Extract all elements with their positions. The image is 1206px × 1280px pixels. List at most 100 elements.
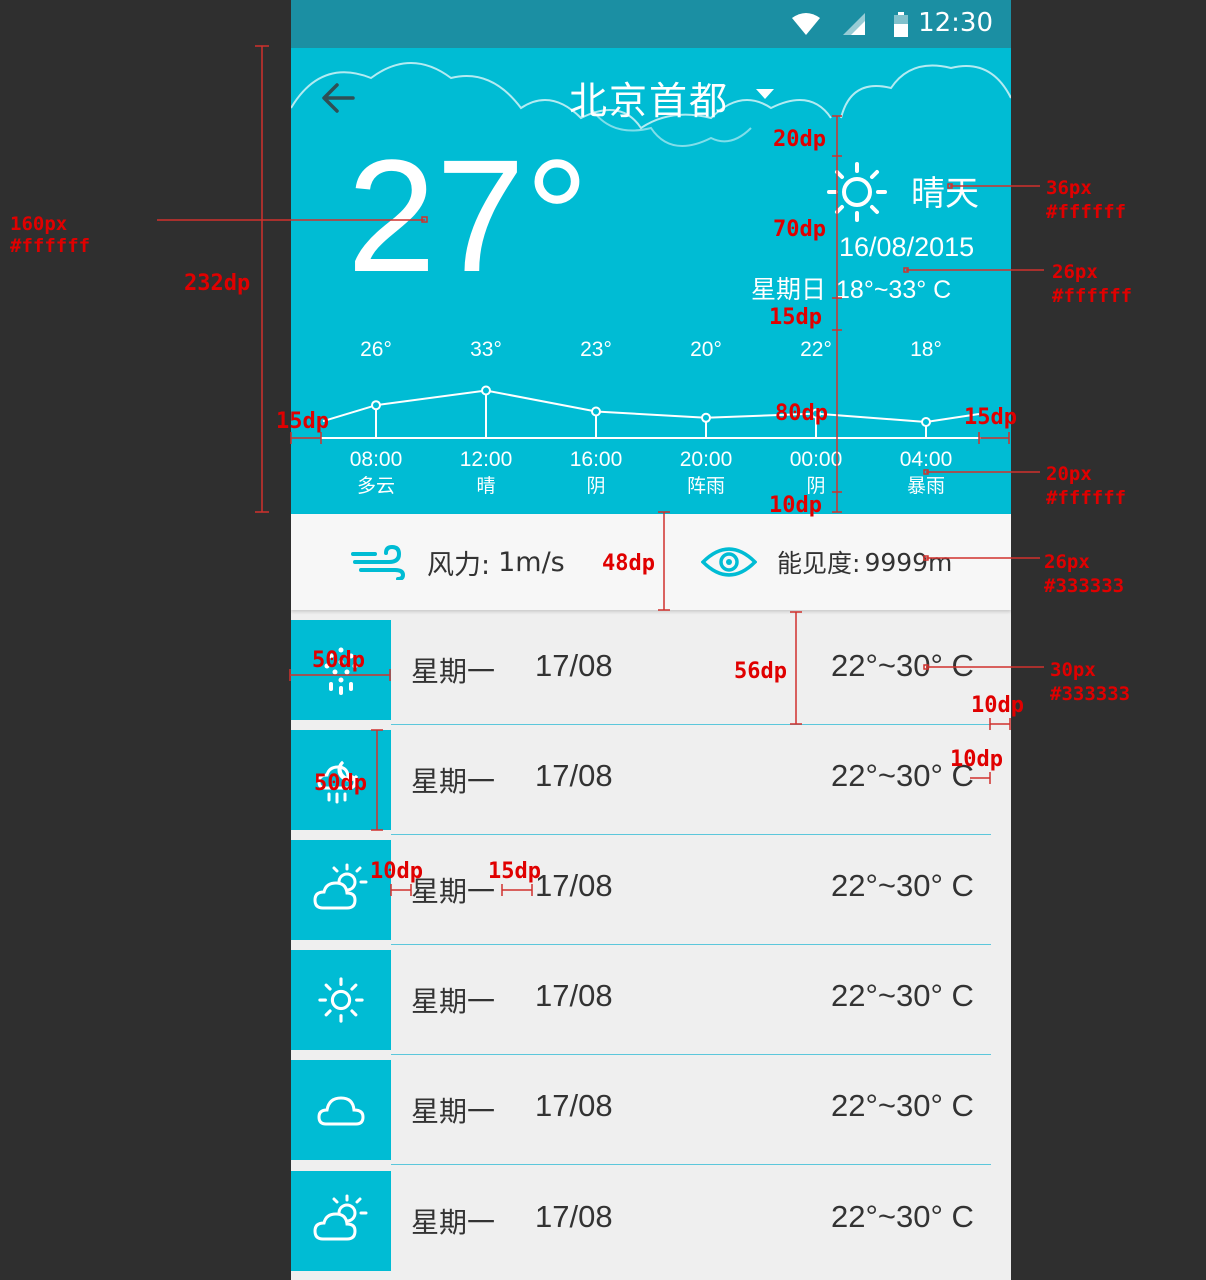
dropdown-caret-icon[interactable]: [755, 88, 775, 100]
annotation-label: #333333: [1050, 683, 1130, 705]
hourly-temp-label: 26°: [360, 338, 392, 361]
eye-icon: [701, 547, 757, 577]
forecast-day: 星期一: [411, 765, 496, 798]
temperature-line: [322, 389, 980, 424]
temperature-point: [701, 412, 711, 423]
forecast-day: 星期一: [411, 985, 496, 1018]
hourly-temp-label: 20°: [690, 338, 722, 361]
forecast-date: 17/08: [535, 868, 613, 903]
annotation-label: 20px: [1046, 463, 1092, 485]
weekday-range: 星期日 18°~33° C: [751, 270, 961, 306]
forecast-date: 17/08: [535, 648, 613, 683]
forecast-range: 22°~30° C: [831, 758, 974, 793]
temp-range-text: 18°~33° C: [836, 276, 952, 304]
hourly-temp-label: 22°: [800, 338, 832, 361]
annotation-label: #ffffff: [1046, 487, 1126, 509]
forecast-icon-tile: [291, 840, 391, 940]
condition-text: 晴天: [911, 174, 979, 214]
sun-icon: [318, 977, 364, 1023]
cloud-moon-rain-icon: [317, 760, 359, 804]
annotation-label: #ffffff: [10, 235, 90, 257]
annotation-label: 30px: [1050, 659, 1096, 681]
status-bar: 12:30: [291, 0, 1011, 48]
phone-screen: 12:30 北京首都 27° 晴天 16/08/2015 星期日 18°~33°…: [291, 0, 1011, 1280]
hourly-time-label: 16:00: [570, 448, 623, 471]
current-temperature: 27°: [347, 126, 589, 305]
wind-value: 1m/s: [498, 546, 565, 578]
back-arrow-icon[interactable]: [319, 78, 359, 118]
cloud-icon: [317, 1096, 365, 1126]
wifi-icon: [792, 13, 820, 35]
forecast-range: 22°~30° C: [831, 648, 974, 683]
annotation-label: 232dp: [184, 271, 250, 296]
row-divider: [391, 834, 991, 835]
current-weather-panel: 北京首都 27° 晴天 16/08/2015 星期日 18°~33° C 26° 0…: [291, 48, 1011, 514]
hourly-forecast-chart: 26° 08:00 多云 33° 12:00 晴 23° 16:00 阴 20° 20:00 阵雨 22…: [321, 338, 981, 497]
forecast-day: 星期一: [411, 875, 496, 908]
signal-icon: [843, 13, 865, 35]
annotation-label: #ffffff: [1052, 285, 1132, 307]
row-divider: [391, 1054, 991, 1055]
annotation-label: 160px: [10, 213, 67, 235]
status-time: 12:30: [918, 8, 993, 38]
visibility-value: 9999m: [864, 547, 953, 577]
row-divider: [391, 944, 991, 945]
forecast-date: 17/08: [535, 1199, 613, 1234]
forecast-range: 22°~30° C: [831, 868, 974, 903]
hourly-condition-label: 晴: [476, 475, 495, 497]
cloud-sun-icon: [313, 863, 368, 910]
forecast-day: 星期一: [411, 1095, 496, 1128]
current-date: 16/08/2015: [839, 232, 975, 262]
forecast-day: 星期一: [411, 655, 496, 688]
annotation-label: 26px: [1052, 261, 1098, 283]
cloud-sun-icon: [313, 1194, 368, 1241]
snow-rain-icon: [324, 647, 358, 695]
sun-icon: [827, 162, 887, 222]
forecast-icon-tile: [291, 620, 391, 720]
annotation-label: #333333: [1044, 575, 1124, 597]
forecast-icon-tile: [291, 1060, 391, 1160]
forecast-row[interactable]: 星期一 17/08 22°~30° C: [291, 1060, 1011, 1165]
forecast-row[interactable]: 星期一 17/08 22°~30° C: [291, 620, 1011, 725]
hourly-time-label: 04:00: [900, 448, 953, 471]
wind-visibility-bar: 风力: 1m/s 能见度: 9999m: [291, 514, 1011, 610]
hourly-time-label: 20:00: [680, 448, 733, 471]
forecast-icon-tile: [291, 950, 391, 1050]
temperature-point: [371, 400, 381, 411]
visibility-info: 能见度: 9999m: [701, 514, 952, 610]
temperature-point: [921, 417, 931, 427]
city-selector[interactable]: 北京首都: [569, 70, 729, 125]
forecast-row[interactable]: 星期一 17/08 22°~30° C: [291, 950, 1011, 1055]
wind-icon: [351, 544, 406, 580]
forecast-range: 22°~30° C: [831, 1088, 974, 1123]
hourly-condition-label: 阴: [586, 475, 605, 497]
temperature-point: [481, 385, 491, 396]
temperature-point: [811, 408, 821, 419]
battery-icon: [894, 12, 908, 37]
hourly-condition-label: 阴: [806, 475, 825, 497]
hourly-condition-label: 多云: [357, 475, 395, 497]
wind-info: 风力: 1m/s: [351, 514, 565, 610]
weekday-text: 星期日: [751, 276, 827, 304]
forecast-row[interactable]: 星期一 17/08 22°~30° C: [291, 1171, 1011, 1271]
hourly-time-label: 08:00: [350, 448, 403, 471]
row-divider: [391, 724, 991, 725]
annotation-label: #ffffff: [1046, 201, 1126, 223]
forecast-date: 17/08: [535, 758, 613, 793]
forecast-row[interactable]: 星期一 17/08 22°~30° C: [291, 840, 1011, 945]
forecast-range: 22°~30° C: [831, 1199, 974, 1234]
annotation-label: 26px: [1044, 551, 1090, 573]
forecast-row[interactable]: 星期一 17/08 22°~30° C: [291, 730, 1011, 835]
row-divider: [391, 1164, 991, 1165]
wind-label: 风力:: [427, 549, 491, 581]
forecast-icon-tile: [291, 1171, 391, 1271]
hourly-temp-label: 18°: [910, 338, 942, 361]
forecast-date: 17/08: [535, 1088, 613, 1123]
annotation-label: 36px: [1046, 177, 1092, 199]
hourly-temp-label: 23°: [580, 338, 612, 361]
forecast-date: 17/08: [535, 978, 613, 1013]
hourly-time-label: 12:00: [460, 448, 513, 471]
forecast-icon-tile: [291, 730, 391, 830]
forecast-day: 星期一: [411, 1206, 496, 1239]
hourly-condition-label: 阵雨: [687, 475, 725, 497]
